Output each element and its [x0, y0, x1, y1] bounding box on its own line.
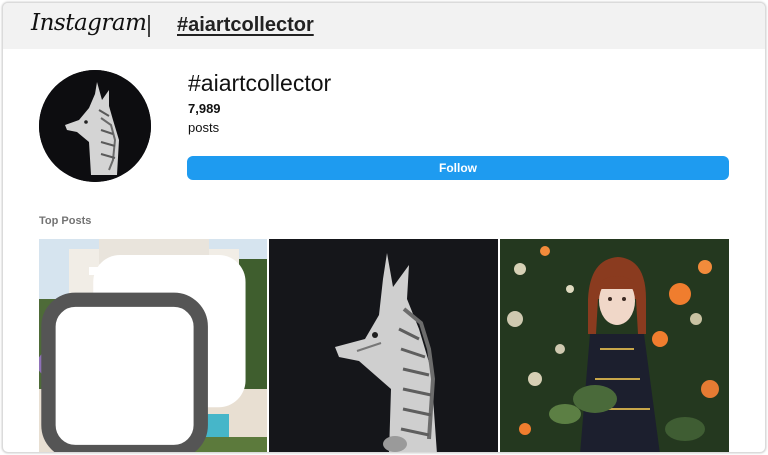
page-title: #aiartcollector — [188, 70, 332, 96]
dragon-sculpture-photo — [269, 239, 498, 452]
top-posts-heading: Top Posts — [39, 215, 92, 227]
instagram-logo[interactable]: Instagram — [31, 10, 147, 36]
post-tile[interactable] — [500, 239, 729, 452]
post-tile[interactable] — [269, 239, 498, 452]
top-bar: Instagram #aiartcollector — [3, 3, 765, 49]
girl-garden-photo — [500, 239, 729, 452]
hashtag-avatar — [39, 70, 151, 182]
header-divider — [148, 15, 150, 37]
post-count: 7,989 — [188, 101, 221, 116]
post-tile[interactable] — [39, 239, 267, 452]
hashtag-link[interactable]: #aiartcollector — [177, 14, 314, 37]
post-count-label: posts — [188, 120, 220, 135]
dragon-avatar-image — [39, 70, 151, 182]
follow-button[interactable]: Follow — [187, 156, 729, 180]
carousel-icon — [41, 254, 246, 452]
browser-frame: Instagram #aiartcollector #aiartcollecto… — [2, 2, 766, 453]
